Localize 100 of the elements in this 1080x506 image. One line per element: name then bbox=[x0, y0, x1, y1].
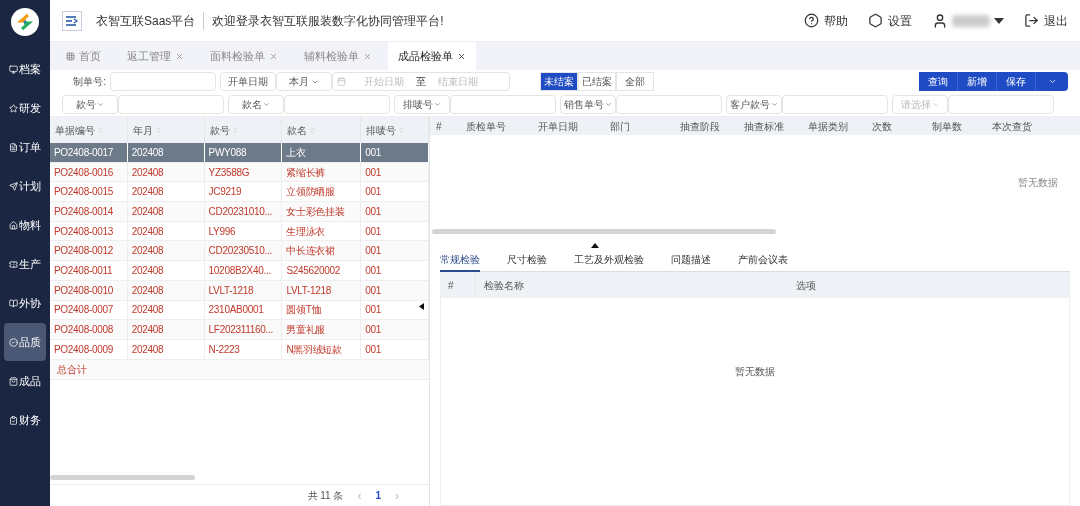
sidebar-item[interactable]: 档案 bbox=[4, 50, 46, 88]
order-number-field[interactable] bbox=[110, 72, 216, 91]
ticket-icon bbox=[9, 259, 18, 269]
table-cell: 男童礼服 bbox=[282, 320, 362, 339]
sidebar-item[interactable]: 订单 bbox=[4, 128, 46, 166]
table-cell: 紧缩长裤 bbox=[282, 162, 362, 182]
sort-icon bbox=[231, 126, 239, 134]
table-cell: 202408 bbox=[127, 162, 205, 182]
table-cell: PWY088 bbox=[204, 143, 283, 162]
table-row[interactable]: PO2408-0008 202408 LF202311160... 男童礼服 001 bbox=[50, 320, 429, 340]
table-row[interactable]: PO2408-0017 202408 PWY088 上衣 001 bbox=[50, 143, 429, 163]
close-icon[interactable] bbox=[457, 51, 466, 61]
table-row[interactable]: PO2408-0011 202408 10208B2X40... S245620002 001 bbox=[50, 261, 429, 281]
filter-field[interactable] bbox=[450, 95, 556, 114]
detail-tab[interactable]: 工艺及外观检验 bbox=[574, 248, 644, 272]
sidebar-item[interactable]: 研发 bbox=[4, 89, 46, 127]
table-row[interactable]: PO2408-0012 202408 CD20230510... 中长连衣裙 001 bbox=[50, 241, 429, 262]
help-button[interactable]: 帮助 bbox=[804, 11, 848, 30]
status-filter[interactable]: 已结案 bbox=[578, 72, 616, 91]
expand-arrow-icon bbox=[591, 243, 599, 248]
table-cell: 上衣 bbox=[282, 143, 362, 162]
table-cell: PO2408-0007 bbox=[50, 300, 128, 320]
chevron-icon bbox=[263, 101, 270, 108]
filter-select[interactable]: 销售单号 bbox=[560, 95, 616, 114]
column-header: 制单数 bbox=[931, 119, 963, 134]
table-cell: PO2408-0012 bbox=[50, 241, 128, 261]
check-icon bbox=[9, 337, 18, 347]
collapse-arrow-icon bbox=[419, 303, 424, 310]
column-header: 选项 bbox=[796, 278, 817, 293]
sort-icon bbox=[309, 126, 317, 134]
table-row[interactable]: PO2408-0009 202408 N-2223 N黑羽绒短款 001 bbox=[50, 339, 429, 360]
table-cell: 立领防晒服 bbox=[282, 182, 362, 202]
grid-icon bbox=[66, 51, 75, 61]
home-icon bbox=[9, 220, 18, 230]
detail-tab[interactable]: 产前会议表 bbox=[738, 248, 788, 272]
filter-select[interactable]: 排唛号 bbox=[394, 95, 450, 114]
action-button[interactable]: 查询 bbox=[919, 72, 958, 91]
redacted-name bbox=[952, 14, 990, 27]
sidebar-item[interactable]: 计划 bbox=[4, 167, 46, 205]
sidebar-item[interactable]: 物料 bbox=[4, 206, 46, 244]
action-button[interactable]: 新增 bbox=[958, 72, 997, 91]
period-select[interactable]: 本月 bbox=[276, 72, 332, 91]
filter-select[interactable]: 款名 bbox=[228, 95, 284, 114]
sidebar-item[interactable]: 生产 bbox=[4, 245, 46, 283]
table-cell: PO2408-0011 bbox=[50, 261, 128, 280]
filter-field[interactable] bbox=[616, 95, 722, 114]
table-cell: 202408 bbox=[127, 143, 205, 162]
monitor-icon bbox=[9, 64, 18, 74]
column-header: 开单日期 bbox=[537, 119, 579, 134]
empty-state-text: 暂无数据 bbox=[735, 365, 775, 379]
sidebar-item[interactable]: 成品 bbox=[4, 362, 46, 400]
column-header: 单据类别 bbox=[807, 119, 849, 134]
filter-select[interactable]: 客户款号 bbox=[726, 95, 782, 114]
settings-button[interactable]: 设置 bbox=[868, 11, 912, 30]
table-cell: PO2408-0010 bbox=[50, 280, 128, 300]
table-row[interactable]: PO2408-0015 202408 JC9219 立领防晒服 001 bbox=[50, 182, 429, 203]
menu-toggle-icon[interactable] bbox=[62, 10, 82, 31]
detail-tab[interactable]: 尺寸检验 bbox=[507, 248, 547, 272]
welcome-text: 欢迎登录衣智互联服装数字化协同管理平台! bbox=[211, 12, 444, 30]
table-cell: CD20231010... bbox=[204, 202, 283, 221]
calendar-icon bbox=[337, 77, 346, 86]
sidebar-item[interactable]: 财务 bbox=[4, 401, 46, 439]
table-cell: LVLT-1218 bbox=[282, 280, 362, 300]
table-cell: JC9219 bbox=[204, 182, 283, 202]
table-row[interactable]: PO2408-0016 202408 YZ3588G 紧缩长裤 001 bbox=[50, 162, 429, 183]
table-cell: PO2408-0015 bbox=[50, 182, 128, 202]
filter-field[interactable] bbox=[948, 95, 1054, 114]
table-row[interactable]: PO2408-0014 202408 CD20231010... 女士彩色挂装 001 bbox=[50, 202, 429, 222]
table-cell: 001 bbox=[361, 280, 429, 300]
page-number[interactable]: 1 bbox=[375, 488, 381, 503]
sort-icon bbox=[154, 126, 162, 134]
clipboard-icon bbox=[9, 415, 18, 425]
column-header: 质检单号 bbox=[465, 119, 507, 134]
logout-button[interactable]: 退出 bbox=[1024, 11, 1068, 30]
status-filter[interactable]: 未结案 bbox=[540, 72, 578, 91]
table-cell: 001 bbox=[361, 182, 429, 202]
status-filter[interactable]: 全部 bbox=[616, 72, 654, 91]
table-row[interactable]: PO2408-0013 202408 LY996 生理泳衣 001 bbox=[50, 221, 429, 242]
date-type-select[interactable]: 开单日期 bbox=[220, 72, 276, 91]
table-row[interactable]: PO2408-0010 202408 LVLT-1218 LVLT-1218 001 bbox=[50, 280, 429, 301]
settings-icon bbox=[868, 13, 883, 28]
column-header: 部门 bbox=[609, 119, 631, 134]
table-cell: 女士彩色挂装 bbox=[282, 202, 362, 221]
total-label: 总合计 bbox=[57, 362, 87, 377]
filter-field[interactable] bbox=[118, 95, 224, 114]
table-cell: 001 bbox=[361, 261, 429, 280]
sidebar-item[interactable]: 外协 bbox=[4, 284, 46, 322]
page-tab[interactable]: 成品检验单 bbox=[388, 42, 476, 70]
table-cell: 202408 bbox=[127, 221, 205, 241]
table-row[interactable]: PO2408-0007 202408 2310AB0001 圆领T恤 001 bbox=[50, 300, 429, 321]
table-cell: PO2408-0016 bbox=[50, 162, 128, 182]
filter-select[interactable]: 款号 bbox=[62, 95, 118, 114]
filter-field[interactable] bbox=[782, 95, 888, 114]
filter-field[interactable] bbox=[284, 95, 390, 114]
table-cell: PO2408-0008 bbox=[50, 320, 128, 339]
action-button[interactable]: 保存 bbox=[997, 72, 1036, 91]
user-menu[interactable] bbox=[932, 12, 1004, 29]
more-actions-button[interactable] bbox=[1036, 72, 1068, 91]
detail-tab[interactable]: 问题描述 bbox=[671, 248, 711, 272]
sidebar-item[interactable]: 品质 bbox=[4, 323, 46, 361]
